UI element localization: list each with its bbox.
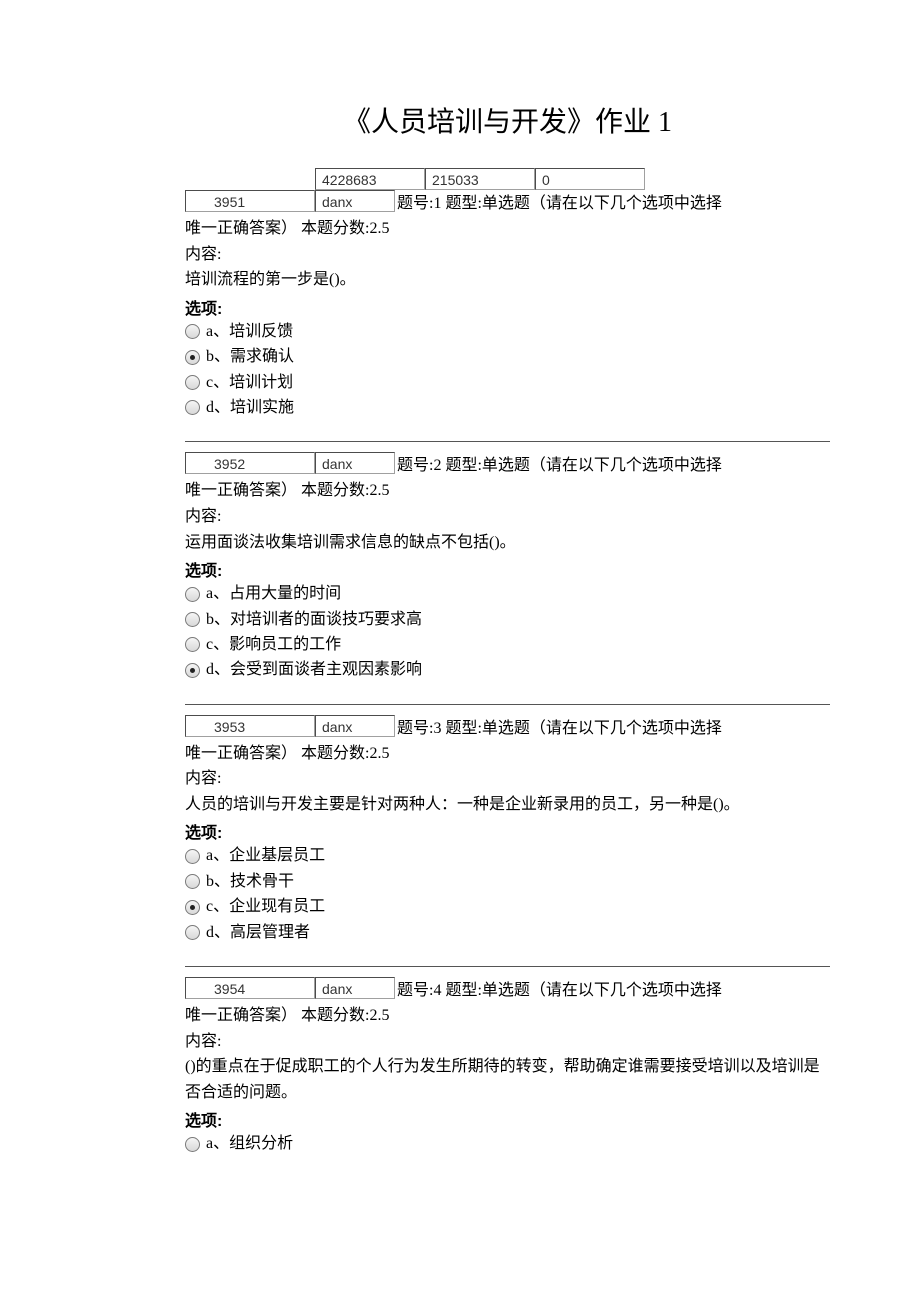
option-text: b、技术骨干 — [206, 871, 294, 893]
option-text: a、企业基层员工 — [206, 845, 325, 867]
option-row: b、技术骨干 — [185, 871, 830, 893]
question-block: 3954danx题号:4 题型:单选题（请在以下几个选项中选择唯一正确答案） 本… — [185, 977, 830, 1156]
question-id-field[interactable]: 3951 — [185, 190, 315, 212]
header-field-1[interactable]: 4228683 — [315, 168, 425, 190]
radio-button[interactable] — [185, 612, 200, 627]
options-list: a、企业基层员工 b、技术骨干 c、企业现有员工 d、高层管理者 — [185, 845, 830, 944]
question-type-field[interactable]: danx — [315, 977, 395, 999]
radio-button[interactable] — [185, 874, 200, 889]
question-header-text: 题号:4 题型:单选题（请在以下几个选项中选择 — [395, 977, 830, 1003]
option-row: a、企业基层员工 — [185, 845, 830, 867]
option-row: d、会受到面谈者主观因素影响 — [185, 659, 830, 681]
radio-button[interactable] — [185, 587, 200, 602]
option-row: b、对培训者的面谈技巧要求高 — [185, 609, 830, 631]
question-header-cont: 唯一正确答案） 本题分数:2.5 — [185, 216, 830, 242]
question-header-row: 3951danx题号:1 题型:单选题（请在以下几个选项中选择 — [185, 190, 830, 216]
option-text: d、高层管理者 — [206, 922, 310, 944]
options-list: a、培训反馈 b、需求确认 c、培训计划 d、培训实施 — [185, 321, 830, 420]
option-text: b、对培训者的面谈技巧要求高 — [206, 609, 422, 631]
content-label: 内容: — [185, 504, 830, 530]
option-row: c、培训计划 — [185, 372, 830, 394]
question-separator — [185, 704, 830, 705]
option-text: c、培训计划 — [206, 372, 293, 394]
options-label: 选项: — [185, 557, 830, 581]
option-row: b、需求确认 — [185, 346, 830, 368]
options-label: 选项: — [185, 295, 830, 319]
header-spacer — [185, 168, 315, 190]
options-list: a、组织分析 — [185, 1133, 830, 1155]
option-row: a、培训反馈 — [185, 321, 830, 343]
question-block: 3951danx题号:1 题型:单选题（请在以下几个选项中选择唯一正确答案） 本… — [185, 190, 830, 419]
option-row: c、影响员工的工作 — [185, 634, 830, 656]
option-row: c、企业现有员工 — [185, 896, 830, 918]
option-text: a、培训反馈 — [206, 321, 293, 343]
question-content: 人员的培训与开发主要是针对两种人：一种是企业新录用的员工，另一种是()。 — [185, 792, 830, 818]
page: 《人员培训与开发》作业 1 4228683 215033 0 3951danx题… — [0, 0, 920, 1199]
option-text: c、企业现有员工 — [206, 896, 325, 918]
radio-button[interactable] — [185, 900, 200, 915]
question-header-row: 3952danx题号:2 题型:单选题（请在以下几个选项中选择 — [185, 452, 830, 478]
option-text: d、培训实施 — [206, 397, 294, 419]
radio-button[interactable] — [185, 925, 200, 940]
question-id-field[interactable]: 3953 — [185, 715, 315, 737]
radio-button[interactable] — [185, 324, 200, 339]
content-label: 内容: — [185, 242, 830, 268]
radio-button[interactable] — [185, 1137, 200, 1152]
option-row: a、占用大量的时间 — [185, 583, 830, 605]
question-id-field[interactable]: 3952 — [185, 452, 315, 474]
question-id-field[interactable]: 3954 — [185, 977, 315, 999]
question-header-row: 3953danx题号:3 题型:单选题（请在以下几个选项中选择 — [185, 715, 830, 741]
question-block: 3952danx题号:2 题型:单选题（请在以下几个选项中选择唯一正确答案） 本… — [185, 452, 830, 681]
content-label: 内容: — [185, 1029, 830, 1055]
option-text: d、会受到面谈者主观因素影响 — [206, 659, 422, 681]
option-text: c、影响员工的工作 — [206, 634, 341, 656]
question-separator — [185, 441, 830, 442]
option-text: b、需求确认 — [206, 346, 294, 368]
options-label: 选项: — [185, 819, 830, 843]
radio-button[interactable] — [185, 849, 200, 864]
question-header-text: 题号:2 题型:单选题（请在以下几个选项中选择 — [395, 452, 830, 478]
radio-button[interactable] — [185, 400, 200, 415]
option-row: d、高层管理者 — [185, 922, 830, 944]
header-field-3[interactable]: 0 — [535, 168, 645, 190]
question-block: 3953danx题号:3 题型:单选题（请在以下几个选项中选择唯一正确答案） 本… — [185, 715, 830, 944]
options-label: 选项: — [185, 1107, 830, 1131]
question-type-field[interactable]: danx — [315, 715, 395, 737]
option-row: a、组织分析 — [185, 1133, 830, 1155]
question-header-text: 题号:3 题型:单选题（请在以下几个选项中选择 — [395, 715, 830, 741]
option-row: d、培训实施 — [185, 397, 830, 419]
question-content: ()的重点在于促成职工的个人行为发生所期待的转变，帮助确定谁需要接受培训以及培训… — [185, 1054, 830, 1105]
header-fields-row: 4228683 215033 0 — [185, 168, 830, 190]
question-content: 运用面谈法收集培训需求信息的缺点不包括()。 — [185, 530, 830, 556]
question-header-cont: 唯一正确答案） 本题分数:2.5 — [185, 741, 830, 767]
options-list: a、占用大量的时间 b、对培训者的面谈技巧要求高 c、影响员工的工作 d、会受到面谈者… — [185, 583, 830, 682]
question-content: 培训流程的第一步是()。 — [185, 267, 830, 293]
question-header-row: 3954danx题号:4 题型:单选题（请在以下几个选项中选择 — [185, 977, 830, 1003]
header-field-2[interactable]: 215033 — [425, 168, 535, 190]
question-header-text: 题号:1 题型:单选题（请在以下几个选项中选择 — [395, 190, 830, 216]
question-separator — [185, 966, 830, 967]
radio-button[interactable] — [185, 350, 200, 365]
question-header-cont: 唯一正确答案） 本题分数:2.5 — [185, 478, 830, 504]
question-type-field[interactable]: danx — [315, 190, 395, 212]
question-header-cont: 唯一正确答案） 本题分数:2.5 — [185, 1003, 830, 1029]
page-title: 《人员培训与开发》作业 1 — [185, 100, 830, 140]
radio-button[interactable] — [185, 375, 200, 390]
radio-button[interactable] — [185, 637, 200, 652]
question-type-field[interactable]: danx — [315, 452, 395, 474]
option-text: a、组织分析 — [206, 1133, 293, 1155]
content-label: 内容: — [185, 766, 830, 792]
questions-container: 3951danx题号:1 题型:单选题（请在以下几个选项中选择唯一正确答案） 本… — [185, 190, 830, 1156]
option-text: a、占用大量的时间 — [206, 583, 341, 605]
radio-button[interactable] — [185, 663, 200, 678]
